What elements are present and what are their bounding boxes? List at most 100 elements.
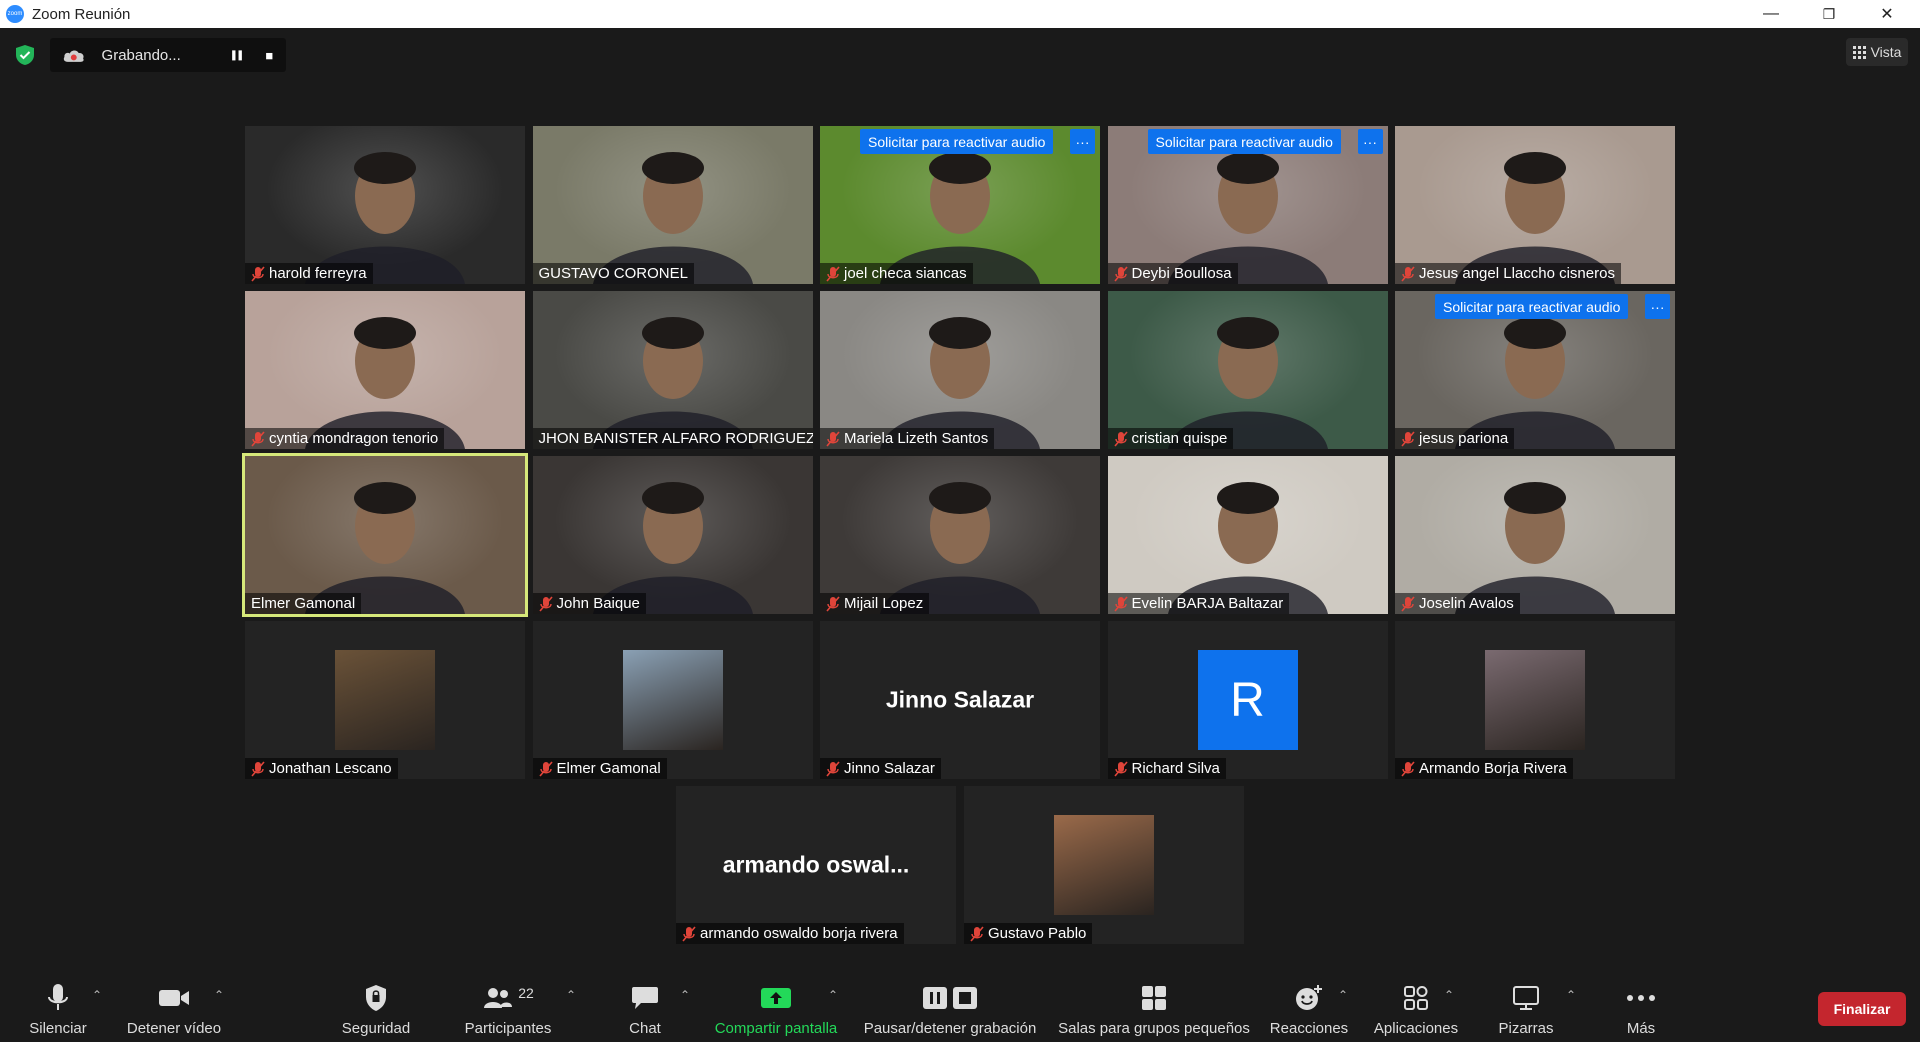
audio-options-caret[interactable]: ⌃ [92,988,102,1002]
tile-more-button[interactable]: ··· [1357,129,1383,154]
share-screen-button[interactable]: Compartir pantalla [706,966,846,1042]
video-camera-icon [159,990,189,1006]
stop-recording-button[interactable]: ■ [253,38,286,72]
participant-nametag: Gustavo Pablo [964,923,1093,944]
participant-tile[interactable]: Jinno Salazar Jinno Salazar [820,621,1100,779]
participant-tile[interactable]: Elmer Gamonal [242,453,528,617]
participant-tile[interactable]: armando oswal... armando oswaldo borja ri… [676,786,956,944]
participant-tile[interactable]: Armando Borja Rivera [1395,621,1675,779]
video-feed [820,456,1100,614]
participant-name: John Baique [556,595,640,612]
pause-icon [923,987,947,1009]
participant-tile[interactable]: cristian quispe [1107,291,1388,449]
participant-tile[interactable]: Jesus angel Llaccho cisneros [1395,126,1675,284]
participant-tile[interactable]: harold ferreyra [245,126,525,284]
end-meeting-button[interactable]: Finalizar [1818,992,1906,1026]
share-options-caret[interactable]: ⌃ [828,988,838,1002]
mute-label: Silenciar [29,1020,87,1037]
muted-microphone-icon [251,265,265,282]
cloud-recording-icon [63,50,84,62]
view-button[interactable]: Vista [1846,38,1908,66]
tile-more-button[interactable]: ··· [1645,294,1670,319]
breakout-rooms-label: Salas para grupos pequeños [1058,1020,1250,1037]
grid-icon [1852,45,1866,59]
participant-tile[interactable]: Gustavo Pablo [964,786,1244,944]
pause-stop-recording-button[interactable]: Pausar/detener grabación [858,966,1042,1042]
video-feed [820,291,1100,449]
stop-video-label: Detener vídeo [126,1020,222,1037]
request-unmute-button[interactable]: Solicitar para reactivar audio [1147,129,1341,154]
participant-tile[interactable]: Mijail Lopez [820,456,1100,614]
participant-tile[interactable]: Solicitar para reactivar audio ··· Deybi B… [1107,126,1388,284]
participant-display-name: Jinno Salazar [885,686,1035,713]
participant-name: GUSTAVO CORONEL [538,265,688,282]
chat-options-caret[interactable]: ⌃ [680,988,690,1002]
pause-recording-button[interactable]: ❚❚ [219,38,252,72]
participant-tile[interactable]: Solicitar para reactivar audio ··· joel ch… [820,126,1100,284]
participant-nametag: John Baique [532,593,646,614]
muted-microphone-icon [1113,595,1128,612]
participant-tile[interactable]: Evelin BARJA Baltazar [1107,456,1388,614]
smiley-icon [1296,985,1322,1010]
restore-button[interactable]: ❐ [1800,0,1858,28]
participant-nametag: Elmer Gamonal [532,758,667,779]
whiteboards-options-caret[interactable]: ⌃ [1566,988,1576,1002]
security-button[interactable]: Seguridad [336,966,416,1042]
participant-name: Mariela Lizeth Santos [844,430,989,447]
person-silhouette-icon [305,482,465,614]
mute-button[interactable]: Silenciar [22,966,94,1042]
muted-microphone-icon [826,430,840,447]
stop-video-button[interactable]: Detener vídeo [122,966,226,1042]
person-silhouette-icon [592,152,753,284]
participants-count: 22 [518,985,534,1001]
participant-tile[interactable]: JHON BANISTER ALFARO RODRIGUEZ [532,291,813,449]
close-button[interactable]: ✕ [1858,0,1916,28]
video-options-caret[interactable]: ⌃ [214,988,224,1002]
more-dots-icon [1627,995,1655,1001]
apps-options-caret[interactable]: ⌃ [1444,988,1454,1002]
muted-microphone-icon [1401,265,1415,282]
window-titlebar: zoom Zoom Reunión — ❐ ✕ [0,0,1920,28]
muted-microphone-icon [251,430,265,447]
participant-tile[interactable]: Mariela Lizeth Santos [820,291,1100,449]
whiteboards-label: Pizarras [1498,1020,1554,1037]
shield-icon [366,985,386,1011]
apps-icon [1404,986,1428,1010]
breakout-rooms-button[interactable]: Salas para grupos pequeños [1054,966,1254,1042]
request-unmute-button[interactable]: Solicitar para reactivar audio [860,129,1054,154]
participant-tile[interactable]: Solicitar para reactivar audio ··· jesus p… [1395,291,1675,449]
video-feed [1395,456,1675,614]
participant-name: Elmer Gamonal [251,595,356,612]
participants-options-caret[interactable]: ⌃ [566,988,576,1002]
reactions-options-caret[interactable]: ⌃ [1338,988,1348,1002]
participant-tile[interactable]: GUSTAVO CORONEL [532,126,813,284]
encryption-shield-icon[interactable] [14,44,36,66]
participant-tile[interactable]: Joselin Avalos [1395,456,1675,614]
participant-nametag: Armando Borja Rivera [1395,758,1573,779]
participant-nametag: Mijail Lopez [820,593,930,614]
whiteboards-button[interactable]: Pizarras [1488,966,1564,1042]
participant-nametag: Elmer Gamonal [245,593,362,614]
reactions-button[interactable]: Reacciones [1266,966,1352,1042]
participant-tile[interactable]: Elmer Gamonal [532,621,813,779]
minimize-button[interactable]: — [1742,0,1800,28]
participant-nametag: JHON BANISTER ALFARO RODRIGUEZ [532,428,813,449]
participant-tile[interactable]: R Richard Silva [1107,621,1388,779]
participant-name: cyntia mondragon tenorio [269,430,439,447]
participant-name: cristian quispe [1131,430,1228,447]
chat-button[interactable]: Chat [618,966,672,1042]
tile-more-button[interactable]: ··· [1070,129,1095,154]
more-button[interactable]: Más [1616,966,1666,1042]
request-unmute-button[interactable]: Solicitar para reactivar audio [1435,294,1629,319]
apps-button[interactable]: Aplicaciones [1366,966,1466,1042]
video-feed [1395,126,1675,284]
participant-nametag: cristian quispe [1107,428,1234,449]
participants-button[interactable]: 22 Participantes [458,966,558,1042]
participant-tile[interactable]: cyntia mondragon tenorio [245,291,525,449]
participant-tile[interactable]: John Baique [532,456,813,614]
muted-microphone-icon [1401,595,1415,612]
participant-tile[interactable]: Jonathan Lescano [245,621,525,779]
person-silhouette-icon [305,317,465,449]
stop-icon [953,987,977,1009]
chat-bubble-icon [632,987,658,1009]
